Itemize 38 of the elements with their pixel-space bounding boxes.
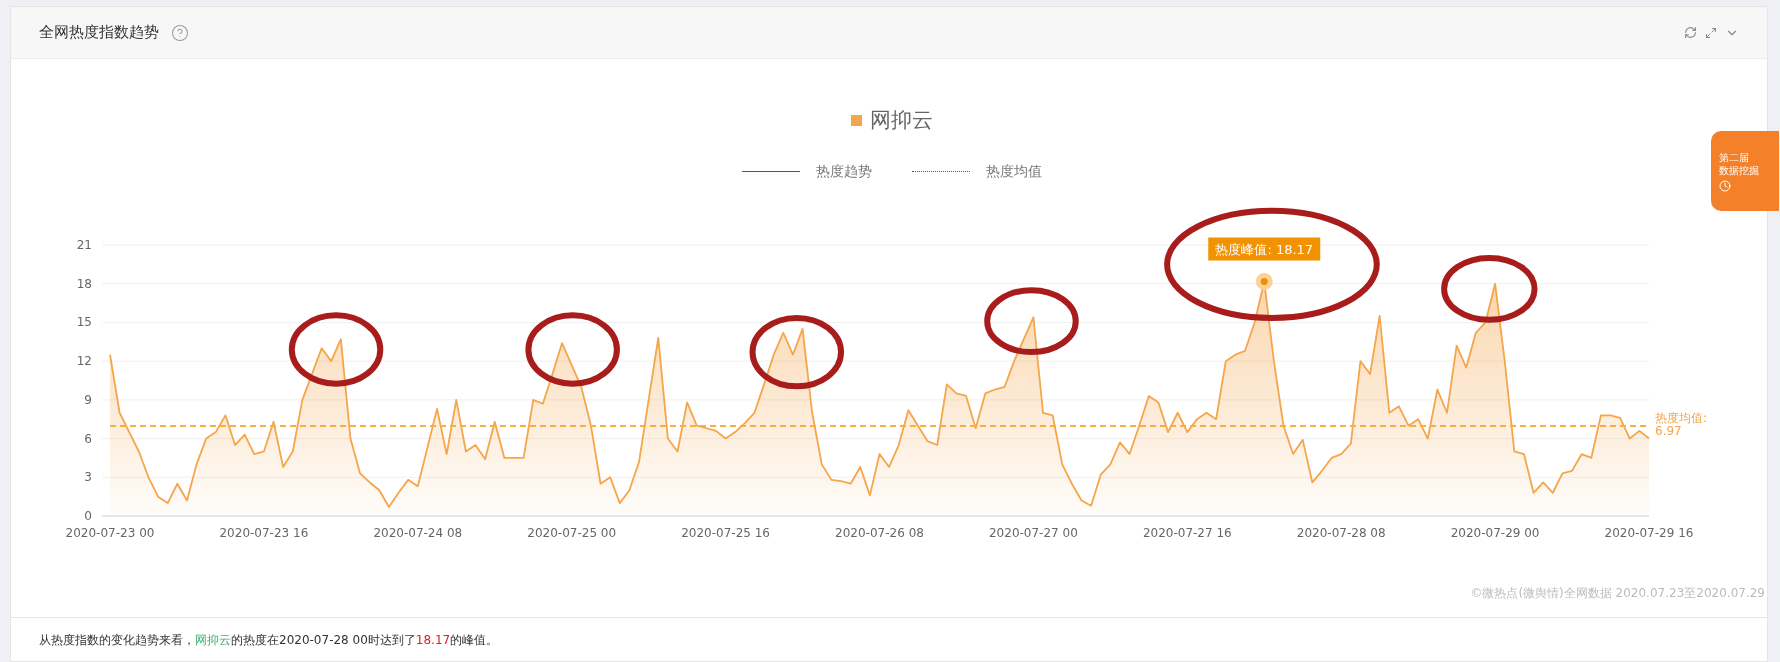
axis-label: 2020-07-29 16 [1604, 526, 1694, 540]
axis-label: 2020-07-28 08 [1296, 526, 1386, 540]
axis-label: 9 [84, 392, 92, 407]
axis-label: 2020-07-25 16 [681, 526, 770, 540]
axis-label: 2020-07-23 16 [219, 526, 309, 540]
legend-label[interactable]: 热度均值 [986, 160, 1042, 182]
source-note: ©微热点(微舆情)全网数据 2020.07.23至2020.07.29 [1470, 585, 1765, 602]
axis-label: 2020-07-24 08 [373, 526, 463, 540]
help-icon[interactable] [171, 23, 189, 42]
axis-label: 2020-07-27 16 [1142, 526, 1232, 540]
axis-label: 18 [76, 276, 92, 291]
legend-label[interactable]: 热度趋势 [816, 160, 872, 182]
axis-label: 2020-07-26 08 [835, 526, 924, 540]
mean-label: 热度均值: 6.97 [1655, 412, 1709, 439]
panel-title: 全网热度指数趋势 [39, 22, 159, 44]
axis-label: 0 [84, 509, 92, 523]
clock-icon [1719, 179, 1731, 192]
axis-label: 2020-07-27 00 [989, 526, 1078, 540]
annotation: 热度峰值: 18.17 [1215, 241, 1314, 257]
legend-series-name[interactable]: 网抑云 [870, 105, 933, 137]
axis-label: 2020-07-29 00 [1450, 526, 1540, 540]
axis-label: 21 [76, 238, 92, 252]
promo-badge[interactable]: 第二届 数据挖掘 [1711, 131, 1779, 211]
peak-tooltip: 热度峰值: 18.17 [1208, 237, 1321, 261]
axis-label: 3 [84, 470, 92, 485]
axis-label: 6 [84, 431, 92, 446]
axis-label: 2020-07-25 00 [527, 526, 617, 540]
refresh-icon[interactable] [1684, 26, 1697, 39]
solid-line-icon [742, 170, 800, 172]
axis-label: 2020-07-23 00 [65, 526, 155, 540]
dotted-line-icon [912, 170, 970, 172]
promo-text: 第二届 [1719, 150, 1750, 164]
expand-icon[interactable] [1705, 26, 1717, 39]
axis-label: 12 [76, 354, 92, 369]
axis-label: 15 [76, 315, 92, 330]
peak-marker [1255, 273, 1273, 290]
summary-text: 从热度指数的变化趋势来看，网抑云的热度在2020-07-28 00时达到了 18.17的峰值。 [39, 631, 499, 649]
promo-text: 数据挖掘 [1719, 163, 1760, 177]
